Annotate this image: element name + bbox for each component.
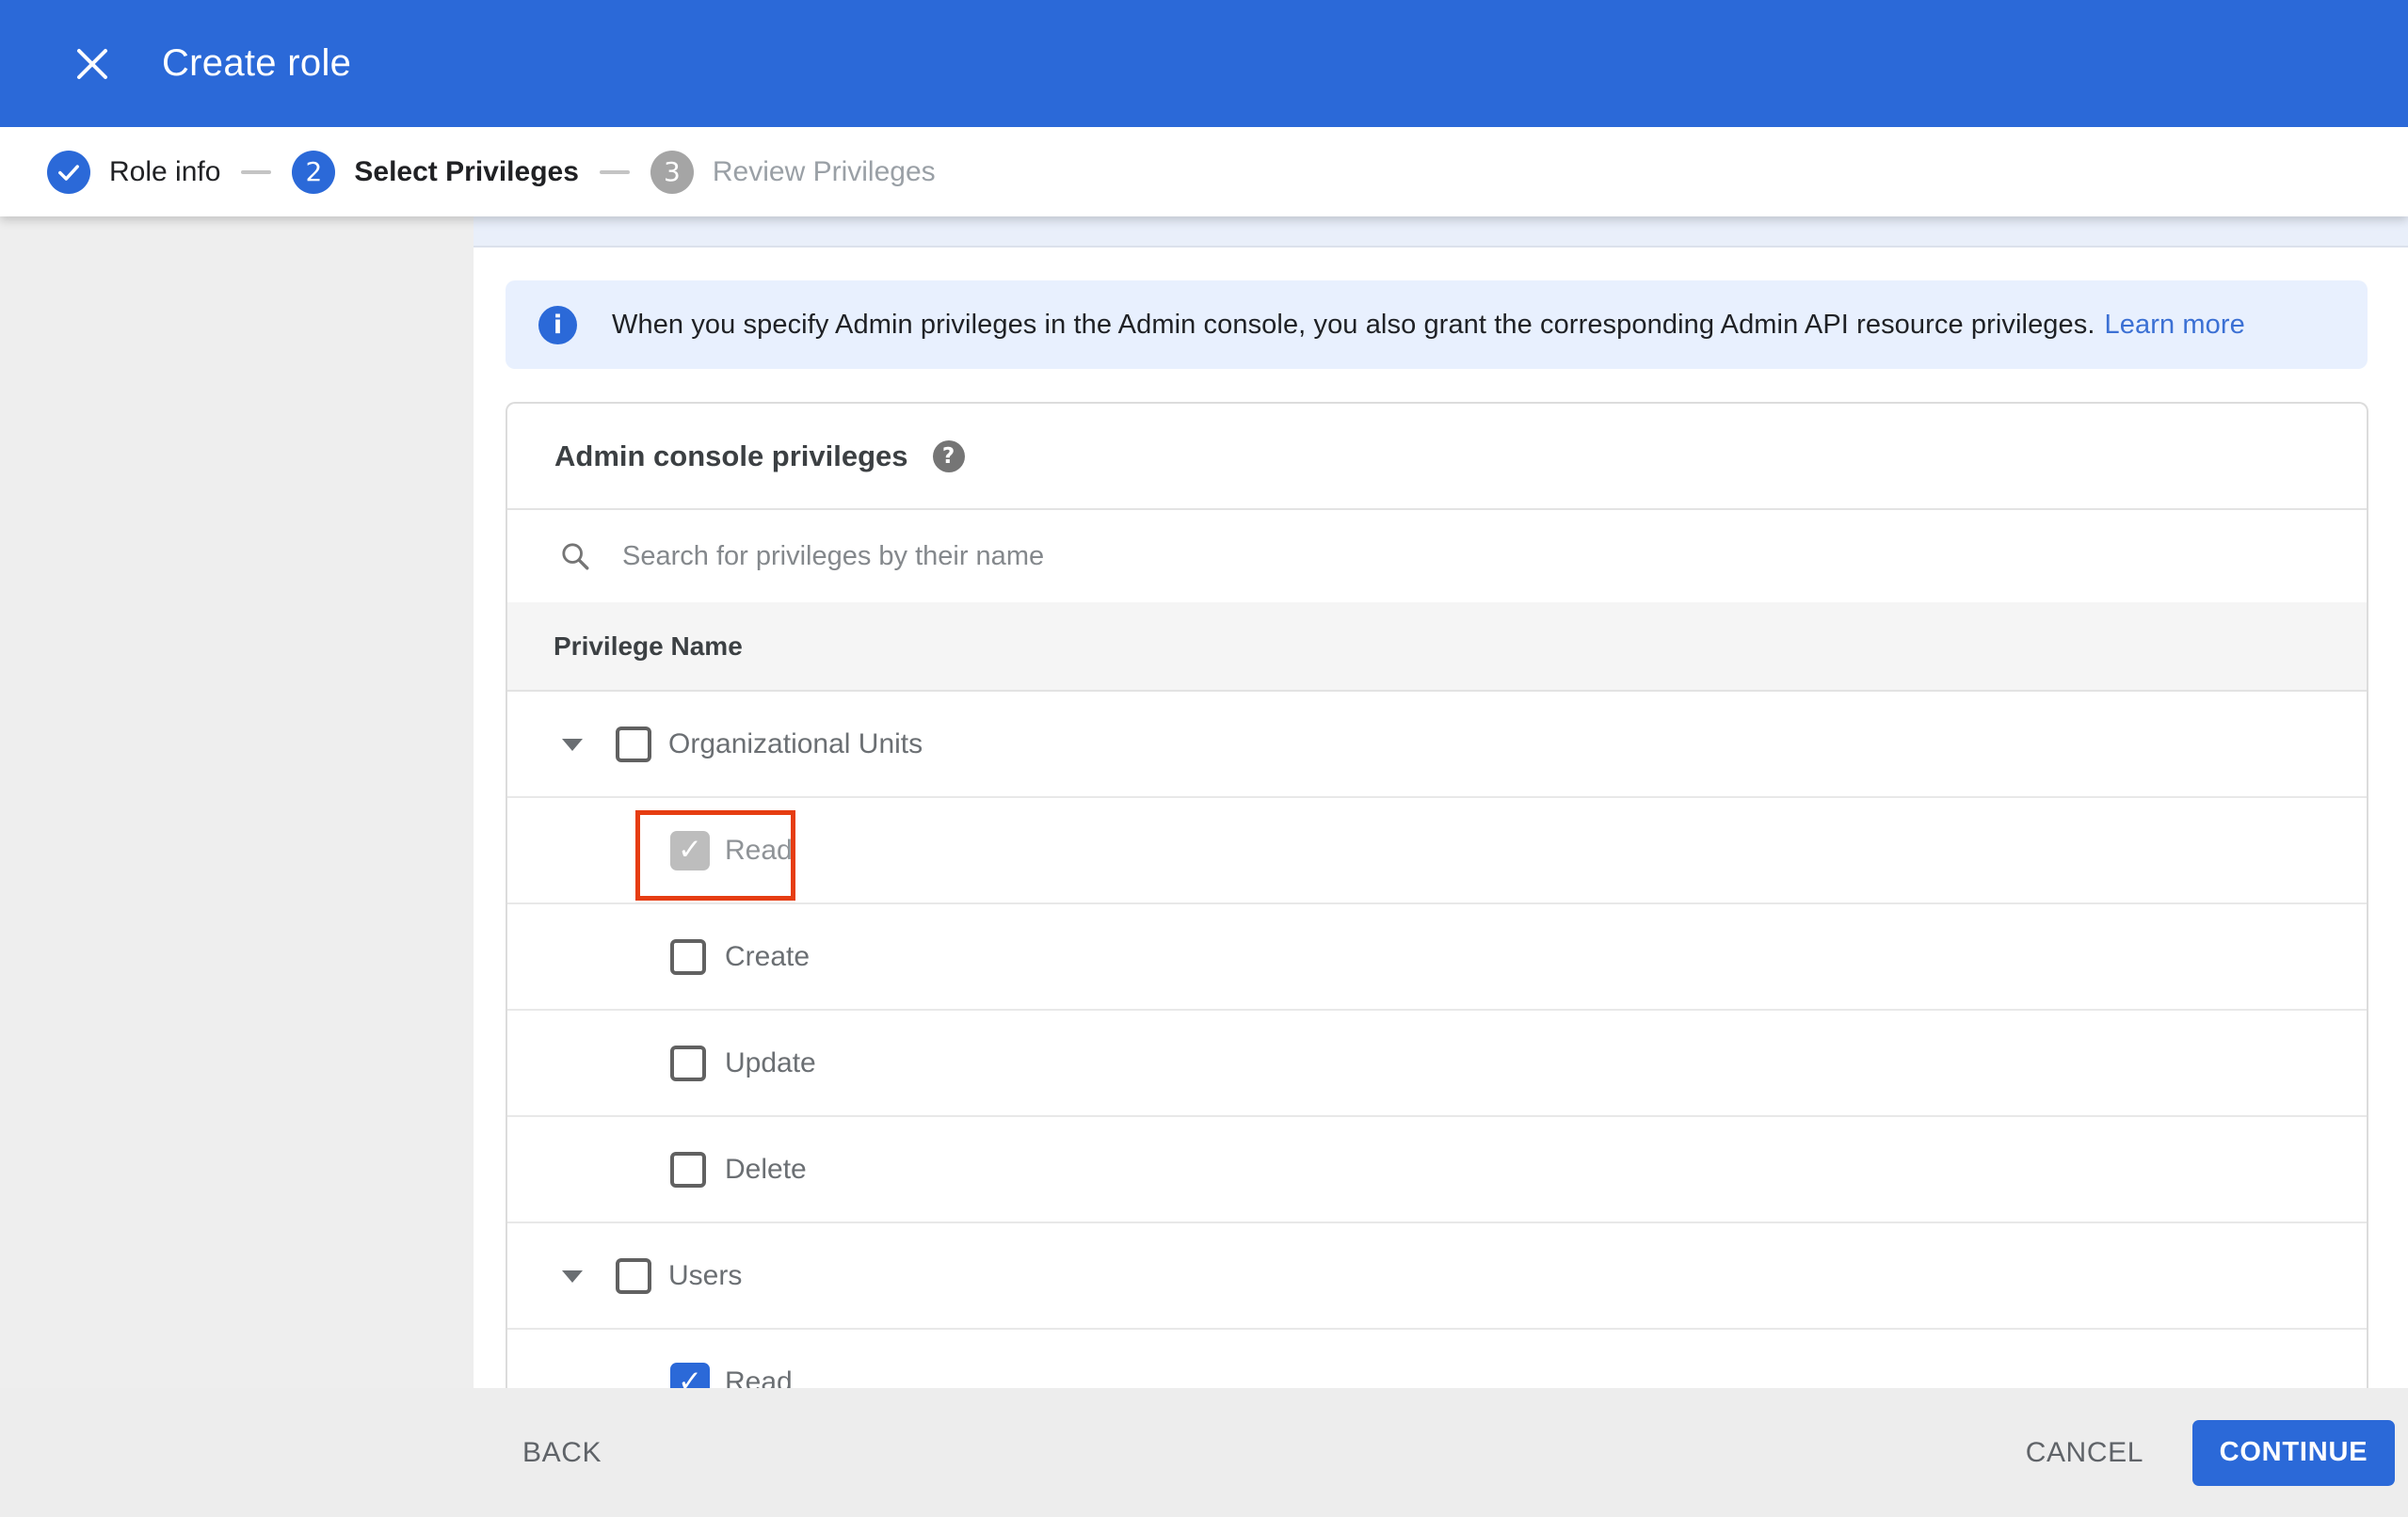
step3-number: 3	[650, 150, 694, 194]
learn-more-link[interactable]: Learn more	[2105, 310, 2245, 340]
privilege-row-child: ✓ Read	[507, 1330, 2367, 1388]
chevron-down-icon[interactable]	[562, 1269, 583, 1283]
info-banner: i When you specify Admin privileges in t…	[506, 280, 2368, 369]
content-area: i When you specify Admin privileges in t…	[474, 216, 2408, 1388]
info-icon: i	[538, 305, 577, 344]
continue-button[interactable]: CONTINUE	[2192, 1419, 2395, 1486]
cancel-button[interactable]: CANCEL	[2026, 1437, 2143, 1469]
privilege-row-group: Organizational Units	[507, 692, 2367, 798]
search-icon	[562, 543, 589, 570]
privilege-row-child: Create	[507, 904, 2367, 1011]
step1-label: Role info	[109, 155, 221, 187]
info-banner-text: When you specify Admin privileges in the…	[612, 310, 2245, 341]
back-button[interactable]: BACK	[522, 1437, 602, 1469]
dialog-title: Create role	[162, 42, 352, 84]
check-icon: ✓	[678, 833, 702, 867]
step3-label: Review Privileges	[712, 155, 936, 187]
privilege-label: Delete	[725, 1153, 807, 1185]
step2-number: 2	[292, 150, 336, 194]
checkbox-update[interactable]	[670, 1045, 706, 1081]
privilege-search-row	[507, 510, 2367, 602]
privilege-label: Create	[725, 940, 811, 972]
checkbox-delete[interactable]	[670, 1151, 706, 1188]
info-banner-message: When you specify Admin privileges in the…	[612, 309, 2095, 340]
privilege-label: Read	[725, 1365, 793, 1389]
step-review-privileges[interactable]: 3 Review Privileges	[650, 150, 936, 194]
privilege-search-input[interactable]	[622, 540, 1940, 572]
left-sidebar	[0, 216, 474, 1388]
privilege-row-child: Update	[507, 1011, 2367, 1117]
close-icon[interactable]	[64, 36, 120, 92]
privilege-label: Organizational Units	[668, 727, 923, 759]
checkbox-create[interactable]	[670, 938, 706, 975]
privilege-label: Users	[668, 1259, 743, 1291]
privilege-row-child: ✓ Read	[507, 798, 2367, 904]
create-role-dialog: Create role Role info 2 Select Privilege…	[0, 0, 2408, 1517]
app-bar: Create role	[0, 0, 2408, 127]
scrolled-content-strip	[474, 216, 2408, 248]
checkbox-users[interactable]	[616, 1257, 651, 1294]
dialog-body: i When you specify Admin privileges in t…	[0, 216, 2408, 1388]
checkbox-organizational-units[interactable]	[616, 726, 651, 762]
stepper: Role info 2 Select Privileges 3 Review P…	[0, 127, 2408, 216]
chevron-down-icon[interactable]	[562, 738, 583, 751]
column-header-privilege-name: Privilege Name	[507, 602, 2367, 692]
privilege-label: Update	[725, 1046, 816, 1078]
privilege-row-group: Users	[507, 1223, 2367, 1330]
check-icon: ✓	[678, 1365, 702, 1389]
checkbox-read-disabled-checked[interactable]: ✓	[670, 830, 710, 870]
privilege-row-child: Delete	[507, 1117, 2367, 1223]
privileges-card: Admin console privileges ? Privilege Nam…	[506, 402, 2368, 1388]
step-select-privileges[interactable]: 2 Select Privileges	[292, 150, 579, 194]
step1-check-icon	[47, 150, 90, 194]
step-connector	[241, 169, 272, 174]
footer-bar: BACK CANCEL CONTINUE	[0, 1388, 2408, 1517]
privilege-label: Read	[725, 834, 793, 866]
close-icon-glyph	[77, 48, 107, 79]
card-heading: Admin console privileges ?	[507, 404, 2367, 510]
card-title: Admin console privileges	[554, 439, 908, 472]
checkbox-read-checked[interactable]: ✓	[670, 1362, 710, 1389]
step2-label: Select Privileges	[354, 155, 579, 187]
step-connector	[599, 169, 630, 174]
help-icon[interactable]: ?	[932, 439, 965, 472]
step-role-info[interactable]: Role info	[47, 150, 221, 194]
